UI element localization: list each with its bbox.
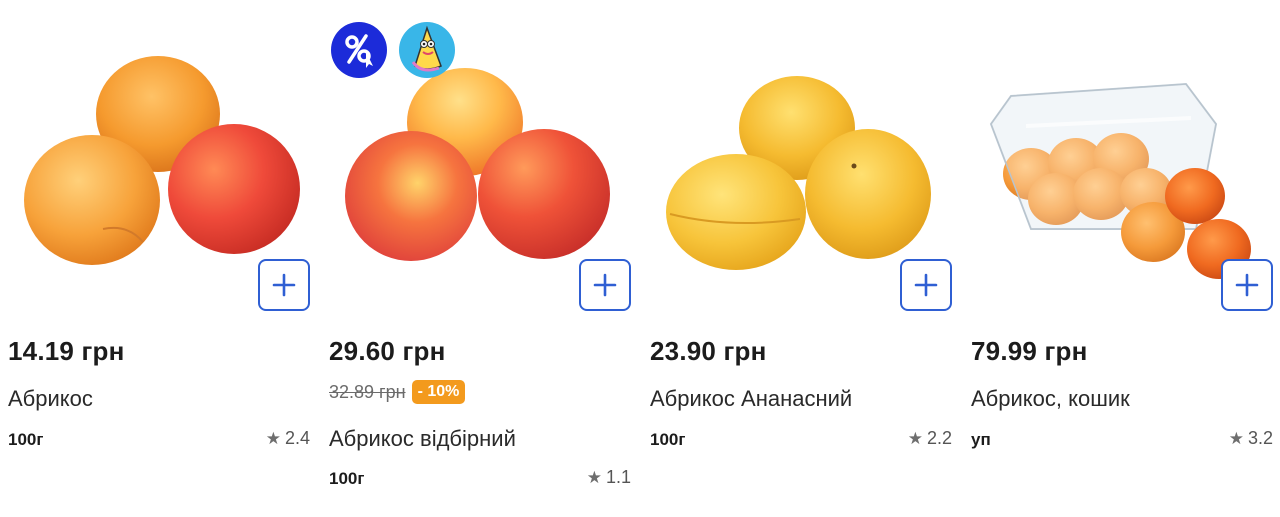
rating-value: 3.2: [1247, 428, 1273, 448]
mascot-icon: [399, 22, 455, 78]
add-to-cart-button[interactable]: [579, 259, 631, 311]
product-price: 79.99 грн: [971, 336, 1088, 366]
product-price: 23.90 грн: [650, 336, 767, 366]
product-name[interactable]: Абрикос: [8, 386, 93, 412]
old-price-row: 32.89 грн - 10%: [329, 380, 466, 404]
plus-icon: [914, 273, 938, 297]
product-name[interactable]: Абрикос Ананасний: [650, 386, 852, 412]
sale-percent-icon: [331, 22, 387, 78]
product-card[interactable]: 23.90 грн Абрикос Ананасний 100г ★ 2.2: [650, 0, 952, 517]
old-price: 32.89 грн: [329, 381, 406, 402]
star-icon: ★: [907, 428, 923, 448]
discount-badge: - 10%: [411, 380, 466, 404]
product-unit: уп: [971, 430, 991, 449]
rating-value: 2.2: [926, 428, 952, 448]
promo-badges: [331, 22, 455, 78]
plus-icon: [272, 273, 296, 297]
star-icon: ★: [1228, 428, 1244, 448]
product-card[interactable]: 29.60 грн 32.89 грн - 10% Абрикос відбір…: [329, 0, 631, 517]
star-icon: ★: [586, 467, 602, 487]
product-rating: ★ 3.2: [1229, 428, 1273, 449]
plus-icon: [593, 273, 617, 297]
plus-icon: [1235, 273, 1259, 297]
add-to-cart-button[interactable]: [1221, 259, 1273, 311]
product-unit: 100г: [8, 430, 44, 449]
add-to-cart-button[interactable]: [258, 259, 310, 311]
product-name[interactable]: Абрикос відбірний: [329, 426, 516, 452]
product-unit: 100г: [329, 469, 365, 488]
product-card[interactable]: 14.19 грн Абрикос 100г ★ 2.4: [8, 0, 310, 517]
product-name[interactable]: Абрикос, кошик: [971, 386, 1130, 412]
star-icon: ★: [265, 428, 281, 448]
product-price: 29.60 грн: [329, 336, 446, 366]
add-to-cart-button[interactable]: [900, 259, 952, 311]
rating-value: 2.4: [284, 428, 310, 448]
product-price: 14.19 грн: [8, 336, 125, 366]
rating-value: 1.1: [605, 467, 631, 487]
product-card[interactable]: 79.99 грн Абрикос, кошик уп ★ 3.2: [971, 0, 1273, 517]
product-rating: ★ 2.2: [908, 428, 952, 449]
product-rating: ★ 1.1: [587, 467, 631, 488]
product-unit: 100г: [650, 430, 686, 449]
product-rating: ★ 2.4: [266, 428, 310, 449]
